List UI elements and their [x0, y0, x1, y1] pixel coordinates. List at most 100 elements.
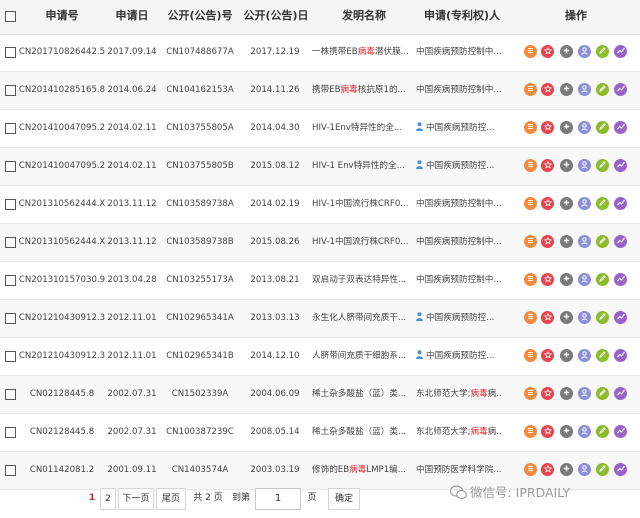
- trend-icon[interactable]: [614, 197, 627, 210]
- applicant[interactable]: 中国疾病预防控制中...: [416, 34, 502, 71]
- plus-icon[interactable]: [560, 425, 573, 438]
- list-icon[interactable]: [524, 235, 537, 248]
- plus-icon[interactable]: [560, 197, 573, 210]
- invention-title[interactable]: 一株携带EB病毒潜伏膜...: [312, 34, 408, 71]
- confirm-button[interactable]: 确定: [328, 488, 360, 510]
- user-icon[interactable]: [578, 235, 591, 248]
- app-number[interactable]: CN201210430912.3: [14, 338, 110, 375]
- last-page-button[interactable]: 尾页: [156, 488, 186, 510]
- table-row[interactable]: CN201710826442.5 2017.09.14 CN107488677A 20…: [0, 34, 640, 72]
- app-number[interactable]: CN201210430912.3: [14, 300, 110, 337]
- trend-icon[interactable]: [614, 311, 627, 324]
- star-icon[interactable]: [541, 311, 554, 324]
- plus-icon[interactable]: [560, 387, 573, 400]
- header-app-date[interactable]: 申请日: [114, 0, 150, 34]
- app-number[interactable]: CN201310562444.X: [14, 186, 110, 223]
- page-2-link[interactable]: 2: [100, 488, 116, 510]
- applicant[interactable]: 中国疾病预防控制中...: [416, 224, 502, 261]
- list-icon[interactable]: [524, 387, 537, 400]
- pencil-icon[interactable]: [596, 121, 609, 134]
- invention-title[interactable]: HIV-1中国流行株CRF0...: [312, 224, 408, 261]
- list-icon[interactable]: [524, 349, 537, 362]
- app-number[interactable]: CN201310562444.X: [14, 224, 110, 261]
- list-icon[interactable]: [524, 45, 537, 58]
- pub-number[interactable]: CN1502339A: [160, 376, 240, 413]
- app-number[interactable]: CN01142081.2: [14, 452, 110, 489]
- user-icon[interactable]: [578, 311, 591, 324]
- app-number[interactable]: CN201410047095.2: [14, 110, 110, 147]
- pub-number[interactable]: CN104162153A: [160, 72, 240, 109]
- plus-icon[interactable]: [560, 45, 573, 58]
- select-all-checkbox[interactable]: [5, 11, 16, 22]
- plus-icon[interactable]: [560, 273, 573, 286]
- table-row[interactable]: CN201410285165.8 2014.06.24 CN104162153A 20…: [0, 72, 640, 110]
- invention-title[interactable]: HIV-1 Env特异性的全...: [312, 148, 408, 185]
- pencil-icon[interactable]: [596, 45, 609, 58]
- trend-icon[interactable]: [614, 159, 627, 172]
- trend-icon[interactable]: [614, 387, 627, 400]
- star-icon[interactable]: [541, 387, 554, 400]
- next-page-button[interactable]: 下一页: [118, 488, 154, 510]
- table-row[interactable]: CN201410047095.2 2014.02.11 CN103755805A 20…: [0, 110, 640, 148]
- pencil-icon[interactable]: [596, 387, 609, 400]
- page-number-input[interactable]: 1: [255, 488, 301, 510]
- app-number[interactable]: CN02128445.8: [14, 414, 110, 451]
- invention-title[interactable]: 修饰的EB病毒LMP1编...: [312, 452, 408, 489]
- table-row[interactable]: CN201310157030.9 2013.04.28 CN103255173A 20…: [0, 262, 640, 300]
- user-icon[interactable]: [578, 425, 591, 438]
- list-icon[interactable]: [524, 197, 537, 210]
- table-row[interactable]: CN02128445.8 2002.07.31 CN1502339A 2004.06.…: [0, 376, 640, 414]
- star-icon[interactable]: [541, 425, 554, 438]
- list-icon[interactable]: [524, 311, 537, 324]
- list-icon[interactable]: [524, 121, 537, 134]
- invention-title[interactable]: 稀土杂多酸盐（蓝）类...: [312, 376, 408, 413]
- star-icon[interactable]: [541, 45, 554, 58]
- pub-number[interactable]: CN102965341A: [160, 300, 240, 337]
- invention-title[interactable]: 永生化人脐带间充质干...: [312, 300, 408, 337]
- plus-icon[interactable]: [560, 463, 573, 476]
- trend-icon[interactable]: [614, 425, 627, 438]
- pub-number[interactable]: CN107488677A: [160, 34, 240, 71]
- pencil-icon[interactable]: [596, 425, 609, 438]
- app-number[interactable]: CN201410285165.8: [14, 72, 110, 109]
- pencil-icon[interactable]: [596, 159, 609, 172]
- app-number[interactable]: CN201410047095.2: [14, 148, 110, 185]
- star-icon[interactable]: [541, 83, 554, 96]
- table-row[interactable]: CN02128445.8 2002.07.31 CN100387239C 2008.0…: [0, 414, 640, 452]
- pub-number[interactable]: CN103589738B: [160, 224, 240, 261]
- applicant[interactable]: 中国疾病预防控制中...: [416, 72, 502, 109]
- app-number[interactable]: CN201710826442.5: [14, 34, 110, 71]
- list-icon[interactable]: [524, 159, 537, 172]
- pencil-icon[interactable]: [596, 83, 609, 96]
- user-icon[interactable]: [578, 387, 591, 400]
- trend-icon[interactable]: [614, 463, 627, 476]
- pub-number[interactable]: CN103755805A: [160, 110, 240, 147]
- user-icon[interactable]: [578, 159, 591, 172]
- header-applicant[interactable]: 申请(专利权)人: [420, 0, 504, 34]
- table-row[interactable]: CN201410047095.2 2014.02.11 CN103755805B 20…: [0, 148, 640, 186]
- trend-icon[interactable]: [614, 273, 627, 286]
- pencil-icon[interactable]: [596, 235, 609, 248]
- pub-number[interactable]: CN103755805B: [160, 148, 240, 185]
- pencil-icon[interactable]: [596, 463, 609, 476]
- list-icon[interactable]: [524, 463, 537, 476]
- header-pub-date[interactable]: 公开(公告)日: [240, 0, 312, 34]
- star-icon[interactable]: [541, 273, 554, 286]
- plus-icon[interactable]: [560, 83, 573, 96]
- table-row[interactable]: CN201210430912.3 2012.11.01 CN102965341B 20…: [0, 338, 640, 376]
- trend-icon[interactable]: [614, 83, 627, 96]
- user-icon[interactable]: [578, 273, 591, 286]
- user-icon[interactable]: [578, 349, 591, 362]
- pub-number[interactable]: CN103589738A: [160, 186, 240, 223]
- plus-icon[interactable]: [560, 349, 573, 362]
- user-icon[interactable]: [578, 121, 591, 134]
- applicant[interactable]: 中国疾病预防控...: [416, 110, 502, 147]
- user-icon[interactable]: [578, 463, 591, 476]
- header-title[interactable]: 发明名称: [340, 0, 388, 34]
- app-number[interactable]: CN02128445.8: [14, 376, 110, 413]
- applicant[interactable]: 东北师范大学;病毒病...: [416, 414, 502, 451]
- pencil-icon[interactable]: [596, 311, 609, 324]
- pub-number[interactable]: CN1403574A: [160, 452, 240, 489]
- user-icon[interactable]: [578, 83, 591, 96]
- invention-title[interactable]: HIV-1中国流行株CRF0...: [312, 186, 408, 223]
